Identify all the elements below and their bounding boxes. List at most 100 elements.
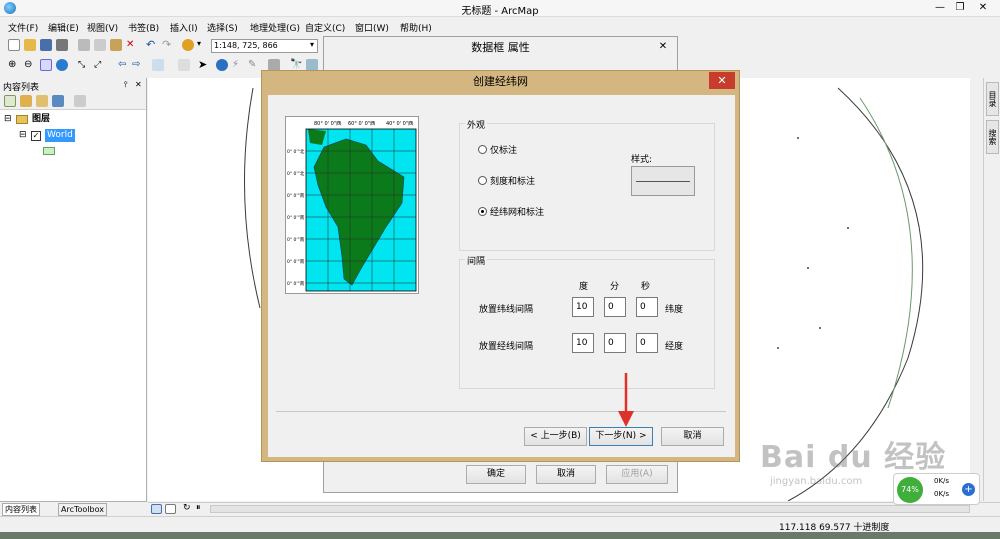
hyperlink-icon[interactable]: ⚡ bbox=[232, 59, 244, 71]
island-dot bbox=[797, 137, 799, 139]
style-label: 样式: bbox=[631, 155, 653, 165]
ok-button[interactable]: 确定 bbox=[466, 465, 526, 484]
options-icon[interactable] bbox=[74, 95, 86, 107]
pin-icon[interactable]: ⫯ bbox=[124, 80, 127, 90]
menu-view[interactable]: 视图(V) bbox=[87, 21, 118, 34]
radio-graticule-and-labels[interactable]: 经纬网和标注 bbox=[478, 207, 544, 219]
world-map-outline-west bbox=[244, 87, 261, 309]
watermark-brand: Bai du 经验 bbox=[760, 440, 947, 475]
style-button[interactable] bbox=[631, 166, 695, 196]
zoom-in-icon[interactable]: ⊕ bbox=[8, 59, 20, 71]
back-button[interactable]: < 上一步(B) bbox=[524, 427, 587, 446]
pause-icon[interactable]: ⏸ bbox=[196, 503, 208, 515]
scale-dropdown-icon[interactable]: ▾ bbox=[310, 40, 314, 49]
dialog-cancel-button[interactable]: 取消 bbox=[661, 427, 724, 446]
close-button[interactable]: ✕ bbox=[973, 0, 993, 16]
refresh-icon[interactable]: ↻ bbox=[183, 503, 195, 515]
menu-insert[interactable]: 插入(I) bbox=[170, 21, 198, 34]
radio-labels-only[interactable]: 仅标注 bbox=[478, 145, 517, 157]
add-data-icon[interactable] bbox=[182, 39, 194, 51]
toc-close-icon[interactable]: ✕ bbox=[135, 80, 142, 89]
clear-selection-icon[interactable] bbox=[178, 59, 190, 71]
menu-help[interactable]: 帮助(H) bbox=[400, 21, 432, 34]
next-button[interactable]: 下一步(N) > bbox=[589, 427, 653, 446]
paste-icon[interactable] bbox=[110, 39, 122, 51]
fixed-zoom-out-icon[interactable]: ⤢ bbox=[94, 59, 106, 71]
save-icon[interactable] bbox=[40, 39, 52, 51]
identify-icon[interactable] bbox=[216, 59, 228, 71]
longitude-degrees-input[interactable]: 10 bbox=[572, 333, 594, 353]
tab-arctoolbox[interactable]: ArcToolbox bbox=[58, 503, 107, 516]
graticule-preview: 80° 0' 0"西 60° 0' 0"西 40° 0' 0"西 0° 0'"北… bbox=[285, 116, 419, 294]
latitude-minutes-input[interactable]: 0 bbox=[604, 297, 626, 317]
expand-icon[interactable]: ⊟ bbox=[4, 113, 12, 126]
longitude-minutes-input[interactable]: 0 bbox=[604, 333, 626, 353]
print-icon[interactable] bbox=[56, 39, 68, 51]
layer-world-label[interactable]: World bbox=[45, 129, 75, 142]
list-by-visibility-icon[interactable] bbox=[36, 95, 48, 107]
fixed-zoom-in-icon[interactable]: ⤡ bbox=[78, 59, 90, 71]
preview-left-label: 0° 0'"南 bbox=[287, 280, 305, 287]
tab-toc[interactable]: 内容列表 bbox=[2, 503, 40, 516]
latitude-seconds-input[interactable]: 0 bbox=[636, 297, 658, 317]
longitude-interval-label: 放置经线间隔 bbox=[479, 342, 534, 352]
open-icon[interactable] bbox=[24, 39, 36, 51]
horizontal-scrollbar[interactable] bbox=[210, 505, 970, 513]
radio-button-selected[interactable] bbox=[478, 207, 487, 216]
zoom-out-icon[interactable]: ⊖ bbox=[24, 59, 36, 71]
layer-visibility-checkbox[interactable]: ✓ bbox=[31, 131, 41, 141]
menu-geoprocessing[interactable]: 地理处理(G) bbox=[250, 21, 300, 34]
html-popup-icon[interactable]: ✎ bbox=[248, 59, 260, 71]
data-view-icon[interactable] bbox=[151, 504, 162, 514]
layer-symbol-swatch[interactable] bbox=[43, 147, 55, 155]
dialog-close-button[interactable]: ✕ bbox=[709, 72, 735, 89]
pan-icon[interactable] bbox=[40, 59, 52, 71]
map-scale-input[interactable]: 1:148, 725, 866 bbox=[211, 39, 318, 53]
forward-extent-icon[interactable]: ⇨ bbox=[132, 59, 144, 71]
menu-edit[interactable]: 编辑(E) bbox=[48, 21, 79, 34]
apply-button[interactable]: 应用(A) bbox=[606, 465, 668, 484]
menu-bookmarks[interactable]: 书签(B) bbox=[128, 21, 159, 34]
menu-file[interactable]: 文件(F) bbox=[8, 21, 38, 34]
right-rail: 目录 搜索 bbox=[983, 78, 1000, 501]
network-usage-gauge[interactable]: 74% bbox=[897, 477, 923, 503]
back-extent-icon[interactable]: ⇦ bbox=[118, 59, 130, 71]
radio-button[interactable] bbox=[478, 145, 487, 154]
menu-selection[interactable]: 选择(S) bbox=[207, 21, 238, 34]
search-tab[interactable]: 搜索 bbox=[986, 120, 999, 154]
radio-ticks-and-labels[interactable]: 刻度和标注 bbox=[478, 176, 535, 188]
list-by-selection-icon[interactable] bbox=[52, 95, 64, 107]
redo-icon[interactable]: ↷ bbox=[162, 39, 174, 51]
cut-icon[interactable] bbox=[78, 39, 90, 51]
layers-root-label[interactable]: 图层 bbox=[32, 113, 50, 126]
longitude-seconds-input[interactable]: 0 bbox=[636, 333, 658, 353]
delete-icon[interactable]: ✕ bbox=[126, 39, 138, 51]
toc-header: 内容列表 ⫯ ✕ bbox=[0, 78, 146, 93]
select-elements-icon[interactable]: ➤ bbox=[198, 59, 210, 71]
chevron-down-icon[interactable]: ▾ bbox=[197, 39, 209, 51]
title-bar: 无标题 - ArcMap — ❐ ✕ bbox=[0, 0, 1000, 17]
undo-icon[interactable]: ↶ bbox=[146, 39, 158, 51]
minimize-button[interactable]: — bbox=[930, 0, 950, 16]
dialog-divider bbox=[276, 411, 726, 412]
menu-windows[interactable]: 窗口(W) bbox=[355, 21, 389, 34]
layout-view-icon[interactable] bbox=[165, 504, 176, 514]
data-frame-cancel-button[interactable]: 取消 bbox=[536, 465, 596, 484]
catalog-tab[interactable]: 目录 bbox=[986, 82, 999, 116]
toc-tabs: 内容列表 ArcToolbox bbox=[0, 501, 147, 516]
plus-icon[interactable]: + bbox=[962, 483, 975, 496]
seconds-header: 秒 bbox=[641, 282, 651, 292]
copy-icon[interactable] bbox=[94, 39, 106, 51]
list-by-source-icon[interactable] bbox=[20, 95, 32, 107]
expand-icon[interactable]: ⊟ bbox=[19, 129, 27, 142]
select-features-icon[interactable] bbox=[152, 59, 164, 71]
new-icon[interactable] bbox=[8, 39, 20, 51]
full-extent-icon[interactable] bbox=[56, 59, 68, 71]
degrees-header: 度 bbox=[579, 282, 589, 292]
menu-customize[interactable]: 自定义(C) bbox=[305, 21, 345, 34]
radio-button[interactable] bbox=[478, 176, 487, 185]
latitude-degrees-input[interactable]: 10 bbox=[572, 297, 594, 317]
list-by-drawing-order-icon[interactable] bbox=[4, 95, 16, 107]
data-frame-close-button[interactable]: ✕ bbox=[655, 40, 671, 54]
maximize-button[interactable]: ❐ bbox=[950, 0, 970, 16]
